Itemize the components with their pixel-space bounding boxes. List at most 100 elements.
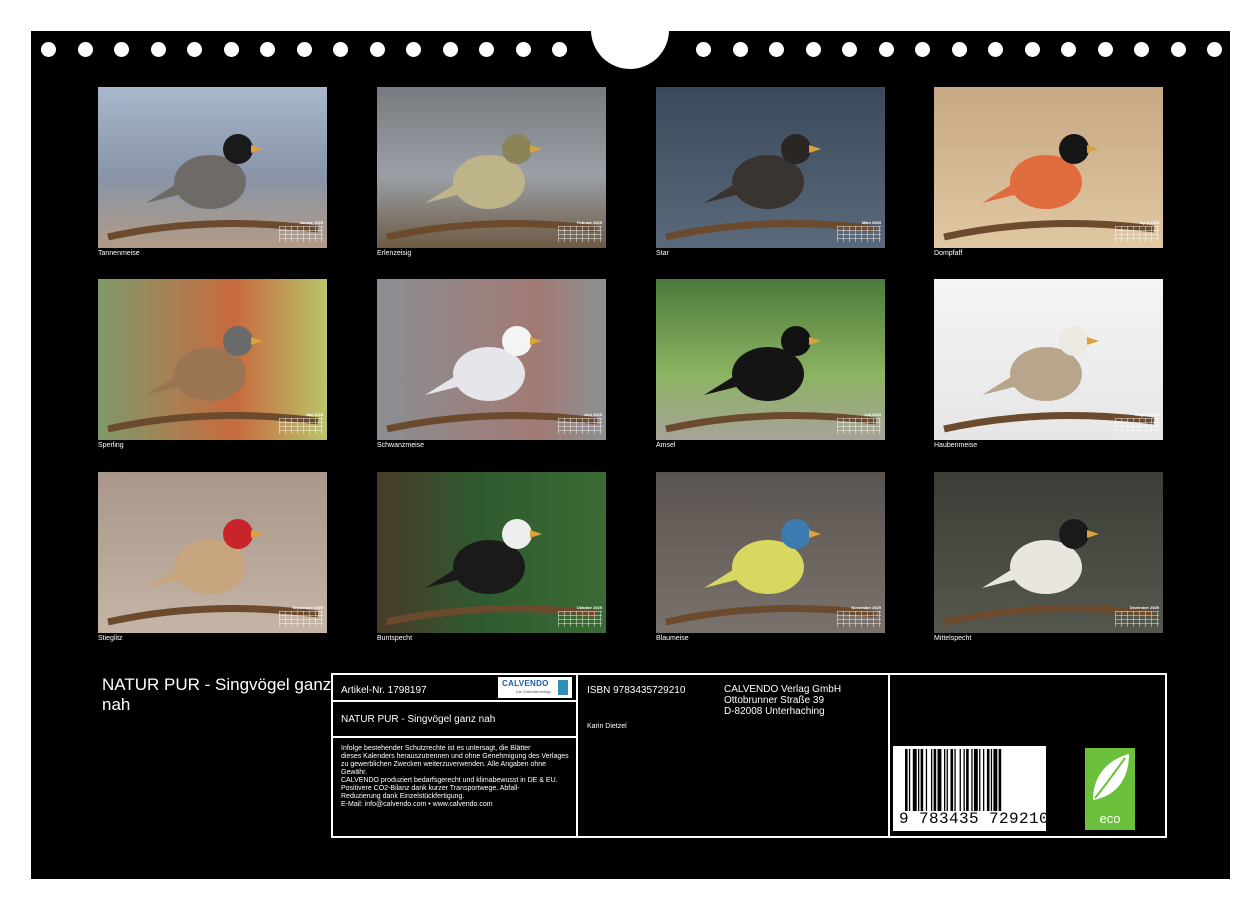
mini-month-calendar: Februar 2025 [558, 220, 602, 244]
author-name: Karin Dietzel [587, 723, 627, 730]
binding-hole [187, 42, 202, 57]
barcode-bar [993, 749, 998, 811]
binding-hole [878, 42, 894, 57]
logo-mark [558, 680, 568, 695]
month-label: Juli 2025 [864, 412, 881, 417]
legal-notice: Infolge bestehender Schutzrechte ist es … [341, 745, 575, 809]
binding-hole [114, 42, 129, 57]
mini-month-calendar: Juni 2025 [558, 412, 602, 436]
barcode-bar [905, 749, 908, 811]
barcode-bar [912, 749, 917, 811]
month-thumbnail: Juni 2025 [377, 279, 606, 440]
eco-badge: eco [1085, 748, 1135, 830]
mini-month-calendar: Juli 2025 [837, 412, 881, 436]
day-grid [279, 418, 323, 434]
day-grid [837, 611, 881, 627]
product-info-box: Artikel-Nr. 1798197 CALVENDO Der Kalende… [331, 673, 1167, 838]
thumbnail-caption: Stieglitz [98, 635, 123, 642]
binding-hole [223, 42, 239, 57]
day-grid [279, 226, 323, 242]
logo-subtext: Der Kalenderverlag [516, 689, 551, 694]
day-grid [1115, 611, 1159, 627]
month-thumbnail: Dezember 2025 [934, 472, 1163, 633]
binding-hole [442, 42, 458, 57]
legal-line: Infolge bestehender Schutzrechte ist es … [341, 745, 531, 752]
day-grid [837, 226, 881, 242]
binding-hole [260, 42, 275, 57]
month-label: September 2025 [292, 605, 323, 610]
month-label: November 2025 [851, 605, 881, 610]
logo-text: CALVENDO [502, 679, 549, 688]
month-thumbnail: April 2025 [934, 87, 1163, 248]
barcode-bar [973, 749, 978, 811]
month-label: Mai 2025 [306, 412, 323, 417]
publisher-address: CALVENDO Verlag GmbH Ottobrunner Straße 3… [724, 684, 841, 717]
mini-month-calendar: Januar 2025 [279, 220, 323, 244]
publisher-line: CALVENDO Verlag GmbH [724, 684, 842, 695]
barcode-bar [959, 749, 961, 811]
barcode-bar [983, 749, 985, 811]
legal-line: Reduzierung dank Einzelstückfertigung. [341, 793, 465, 800]
binding-hole [732, 42, 748, 57]
binding-hole [988, 42, 1003, 57]
day-grid [558, 611, 602, 627]
month-thumbnail: Oktober 2025 [377, 472, 606, 633]
article-number: Artikel-Nr. 1798197 [341, 685, 427, 696]
mini-month-calendar: April 2025 [1115, 220, 1159, 244]
publisher-line: Ottobrunner Straße 39 [724, 695, 825, 706]
barcode-bar [925, 749, 928, 811]
barcode-bars [905, 749, 1002, 811]
legal-line: zu gewerblichen Zwecken weiterzuverwende… [341, 761, 547, 768]
binding-hole [915, 42, 930, 57]
binding-hole [296, 42, 312, 57]
thumbnail-caption: Schwanzmeise [377, 442, 425, 449]
month-thumbnail: Januar 2025 [98, 87, 327, 248]
mini-month-calendar: September 2025 [279, 605, 323, 629]
binding-hole [842, 42, 857, 57]
legal-line: dieses Kalenders herauszutrennen und ohn… [341, 753, 569, 760]
month-thumbnail: August 2025 [934, 279, 1163, 440]
barcode-bar [950, 749, 954, 811]
mini-month-calendar: März 2025 [837, 220, 881, 244]
binding-hole [1134, 42, 1149, 57]
day-grid [279, 611, 323, 627]
legal-line: Gewähr. [341, 769, 368, 776]
day-grid [1115, 418, 1159, 434]
barcode-bar [933, 749, 937, 811]
month-label: Dezember 2025 [1129, 605, 1159, 610]
binding-hole [406, 42, 421, 57]
month-label: Oktober 2025 [576, 605, 602, 610]
day-grid [558, 226, 602, 242]
day-grid [1115, 226, 1159, 242]
product-title: NATUR PUR - Singvögel ganz nah [341, 714, 496, 725]
month-label: März 2025 [861, 220, 881, 225]
month-label: April 2025 [1139, 220, 1159, 225]
binding-hole [951, 42, 967, 57]
thumbnail-caption: Buntspecht [377, 635, 413, 642]
barcode-bar [998, 749, 1002, 811]
legal-line: Positivere CO2-Bilanz dank kurzer Transp… [341, 785, 520, 792]
thumbnail-caption: Erlenzeisig [377, 250, 412, 257]
month-thumbnail: Juli 2025 [656, 279, 885, 440]
barcode-bar [963, 749, 965, 811]
barcode-bar [918, 749, 920, 811]
binding-hole [150, 42, 166, 57]
mini-month-calendar: Dezember 2025 [1115, 605, 1159, 629]
binding-hole [369, 42, 385, 57]
binding-hole [769, 42, 784, 57]
mini-month-calendar: November 2025 [837, 605, 881, 629]
barcode-bar [937, 749, 942, 811]
binding-hole [515, 42, 531, 57]
month-label: Juni 2025 [583, 412, 602, 417]
month-thumbnail: Mai 2025 [98, 279, 327, 440]
thumbnail-caption: Mittelspecht [934, 635, 972, 642]
publisher-line: D-82008 Unterhaching [724, 706, 825, 717]
leaf-icon [1093, 754, 1129, 800]
month-thumbnail: Februar 2025 [377, 87, 606, 248]
thumbnail-caption: Dompfaff [934, 250, 963, 257]
barcode-bar [971, 749, 973, 811]
binding-hole [41, 42, 56, 57]
thumbnail-caption: Star [656, 250, 669, 257]
isbn-barcode: 9 783435 729210 [893, 746, 1049, 831]
binding-hole [1170, 42, 1186, 57]
